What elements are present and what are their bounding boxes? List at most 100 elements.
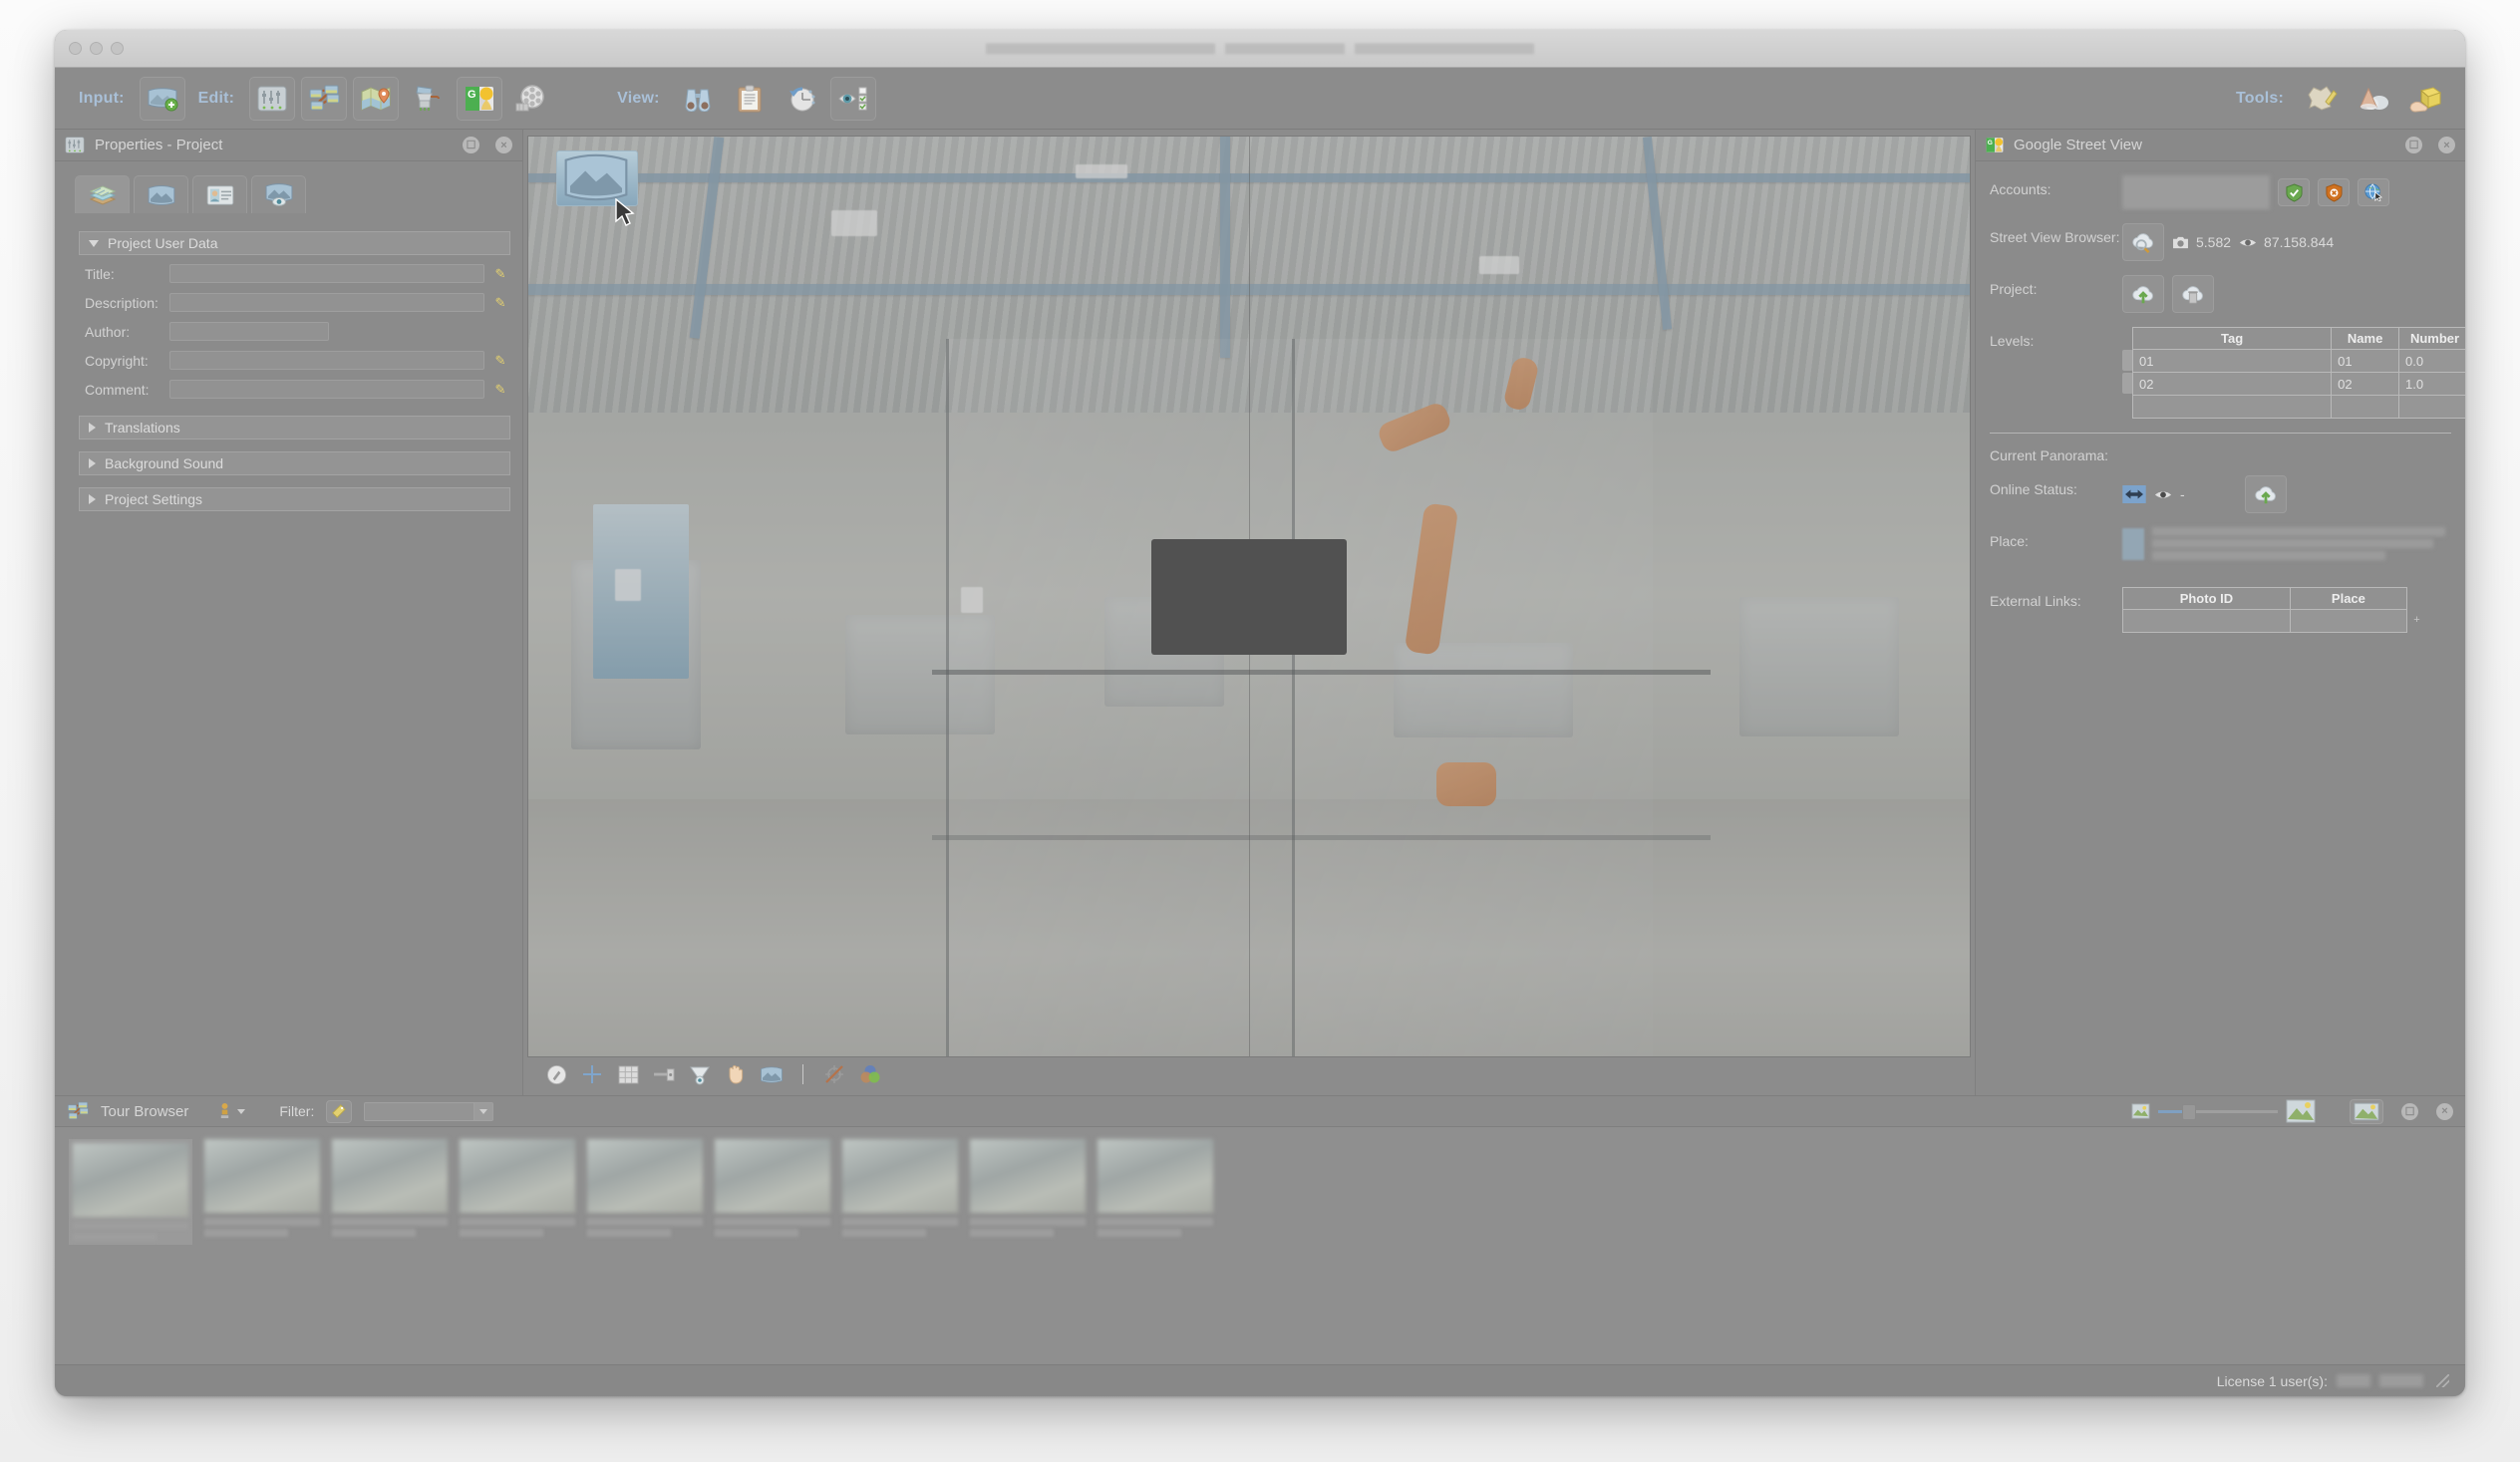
comment-input[interactable] — [169, 380, 484, 399]
tour-node-3[interactable] — [332, 1139, 448, 1237]
tab-viewing-params[interactable] — [251, 175, 306, 213]
visibility-button[interactable] — [829, 76, 876, 121]
properties-button[interactable] — [249, 76, 296, 121]
section-background-sound[interactable]: Background Sound — [79, 451, 510, 475]
section-project-user-data[interactable]: Project User Data — [79, 231, 510, 255]
filter-tag-button[interactable] — [326, 1099, 353, 1123]
output-log-button[interactable] — [727, 77, 773, 121]
tour-node-8[interactable] — [970, 1139, 1086, 1237]
package-tool-button[interactable] — [2402, 77, 2448, 121]
google-street-view-button[interactable]: G — [457, 76, 503, 121]
tab-user-data[interactable] — [192, 175, 247, 213]
mask-tool-button[interactable] — [2351, 77, 2396, 121]
float-panel-button[interactable]: ☐ — [2401, 1102, 2418, 1120]
sort-mode-button[interactable] — [218, 1102, 246, 1121]
tour-node-4[interactable] — [460, 1139, 575, 1237]
no-target-button[interactable] — [819, 1061, 849, 1087]
skin-editor-button[interactable] — [405, 77, 451, 121]
tour-node-2[interactable] — [204, 1139, 320, 1237]
panorama-button[interactable] — [757, 1061, 787, 1087]
grid-button[interactable] — [613, 1061, 643, 1087]
tab-panorama[interactable] — [134, 175, 188, 213]
level-tag-cell[interactable]: 02 — [2131, 372, 2333, 396]
account-revoke-button[interactable] — [2318, 178, 2350, 206]
edit-pencil-icon[interactable]: ✎ — [490, 353, 510, 369]
tour-thumbnail-strip[interactable] — [55, 1127, 2465, 1364]
level-tag-cell[interactable] — [2131, 395, 2333, 419]
add-panorama-input-button[interactable] — [139, 76, 185, 121]
tour-node-5[interactable] — [587, 1139, 703, 1237]
place-address-redacted[interactable] — [2152, 539, 2433, 548]
upload-panorama-button[interactable] — [2244, 475, 2287, 513]
map-editor-button[interactable] — [353, 76, 400, 121]
level-name-cell[interactable] — [2331, 395, 2400, 419]
table-row[interactable] — [2122, 609, 2408, 633]
account-open-browser-button[interactable] — [2358, 178, 2389, 206]
close-window-button[interactable] — [69, 42, 82, 55]
viewing-cone-button[interactable] — [685, 1061, 715, 1087]
compass-button[interactable] — [541, 1061, 571, 1087]
crosshair-button[interactable] — [577, 1061, 607, 1087]
tour-node-6[interactable] — [715, 1139, 830, 1237]
section-label: Translations — [105, 420, 180, 436]
pan-hand-button[interactable] — [721, 1061, 751, 1087]
level-tag-cell[interactable]: 01 — [2131, 349, 2333, 373]
patch-tool-button[interactable] — [2299, 77, 2345, 121]
close-panel-button[interactable]: × — [2438, 137, 2455, 153]
edit-pencil-icon[interactable]: ✎ — [490, 382, 510, 398]
field-row-author: Author: — [67, 317, 510, 346]
tab-project[interactable] — [75, 175, 130, 213]
account-authorize-button[interactable] — [2278, 178, 2310, 206]
table-row[interactable]: 02 02 1.0 — [2131, 372, 2465, 396]
zoom-slider-track[interactable] — [2158, 1103, 2278, 1120]
title-input[interactable] — [169, 264, 484, 283]
copyright-input[interactable] — [169, 351, 484, 370]
tour-node-7[interactable] — [842, 1139, 958, 1237]
thumbnail-zoom-slider[interactable] — [2131, 1099, 2316, 1123]
panorama-canvas[interactable] — [527, 136, 1971, 1057]
section-project-settings[interactable]: Project Settings — [79, 487, 510, 511]
level-name-cell[interactable]: 01 — [2331, 349, 2400, 373]
tour-node-9[interactable] — [1098, 1139, 1213, 1237]
thumbnail-sublabel-redacted — [1098, 1229, 1181, 1237]
table-row[interactable] — [2131, 395, 2465, 419]
level-number-cell[interactable]: 1.0 — [2398, 372, 2465, 396]
level-button[interactable] — [649, 1061, 679, 1087]
account-name-redacted[interactable] — [2122, 175, 2270, 209]
description-input[interactable] — [169, 293, 484, 312]
author-input[interactable] — [169, 322, 329, 341]
level-name-cell[interactable]: 02 — [2331, 372, 2400, 396]
streetview-browser-button[interactable] — [2122, 223, 2164, 261]
viewer-button[interactable] — [675, 77, 721, 121]
edit-pencil-icon[interactable]: ✎ — [490, 266, 510, 282]
section-translations[interactable]: Translations — [79, 416, 510, 439]
chevron-down-icon — [89, 239, 99, 247]
thumbnail-view-button[interactable] — [2350, 1098, 2383, 1124]
edit-pencil-icon[interactable]: ✎ — [490, 295, 510, 311]
minimize-window-button[interactable] — [90, 42, 103, 55]
upload-project-button[interactable] — [2122, 275, 2164, 313]
external-link-photo-id-cell[interactable] — [2122, 609, 2291, 633]
float-panel-button[interactable]: ☐ — [2405, 137, 2422, 153]
close-panel-button[interactable]: × — [2436, 1102, 2453, 1120]
zoom-window-button[interactable] — [111, 42, 124, 55]
color-button[interactable] — [855, 1061, 885, 1087]
place-name-redacted[interactable] — [2152, 527, 2445, 536]
add-external-link-button[interactable]: + — [2409, 612, 2424, 627]
filter-dropdown-button[interactable] — [473, 1102, 493, 1120]
animation-editor-button[interactable] — [508, 77, 554, 121]
level-number-cell[interactable] — [2398, 395, 2465, 419]
table-row[interactable]: 01 01 0.0 — [2131, 349, 2465, 373]
delete-project-button[interactable] — [2172, 275, 2214, 313]
float-panel-button[interactable]: ☐ — [463, 137, 479, 153]
resize-grip[interactable] — [2436, 1374, 2449, 1387]
level-number-cell[interactable]: 0.0 — [2398, 349, 2465, 373]
tour-browser-button[interactable] — [301, 76, 348, 121]
filter-input[interactable] — [364, 1101, 494, 1121]
external-link-place-cell[interactable] — [2289, 609, 2408, 633]
tour-node-1[interactable] — [69, 1139, 192, 1245]
zoom-slider-knob[interactable] — [2182, 1103, 2196, 1120]
history-button[interactable] — [779, 77, 824, 121]
close-panel-button[interactable]: × — [495, 137, 512, 153]
place-detail-redacted[interactable] — [2152, 551, 2385, 560]
